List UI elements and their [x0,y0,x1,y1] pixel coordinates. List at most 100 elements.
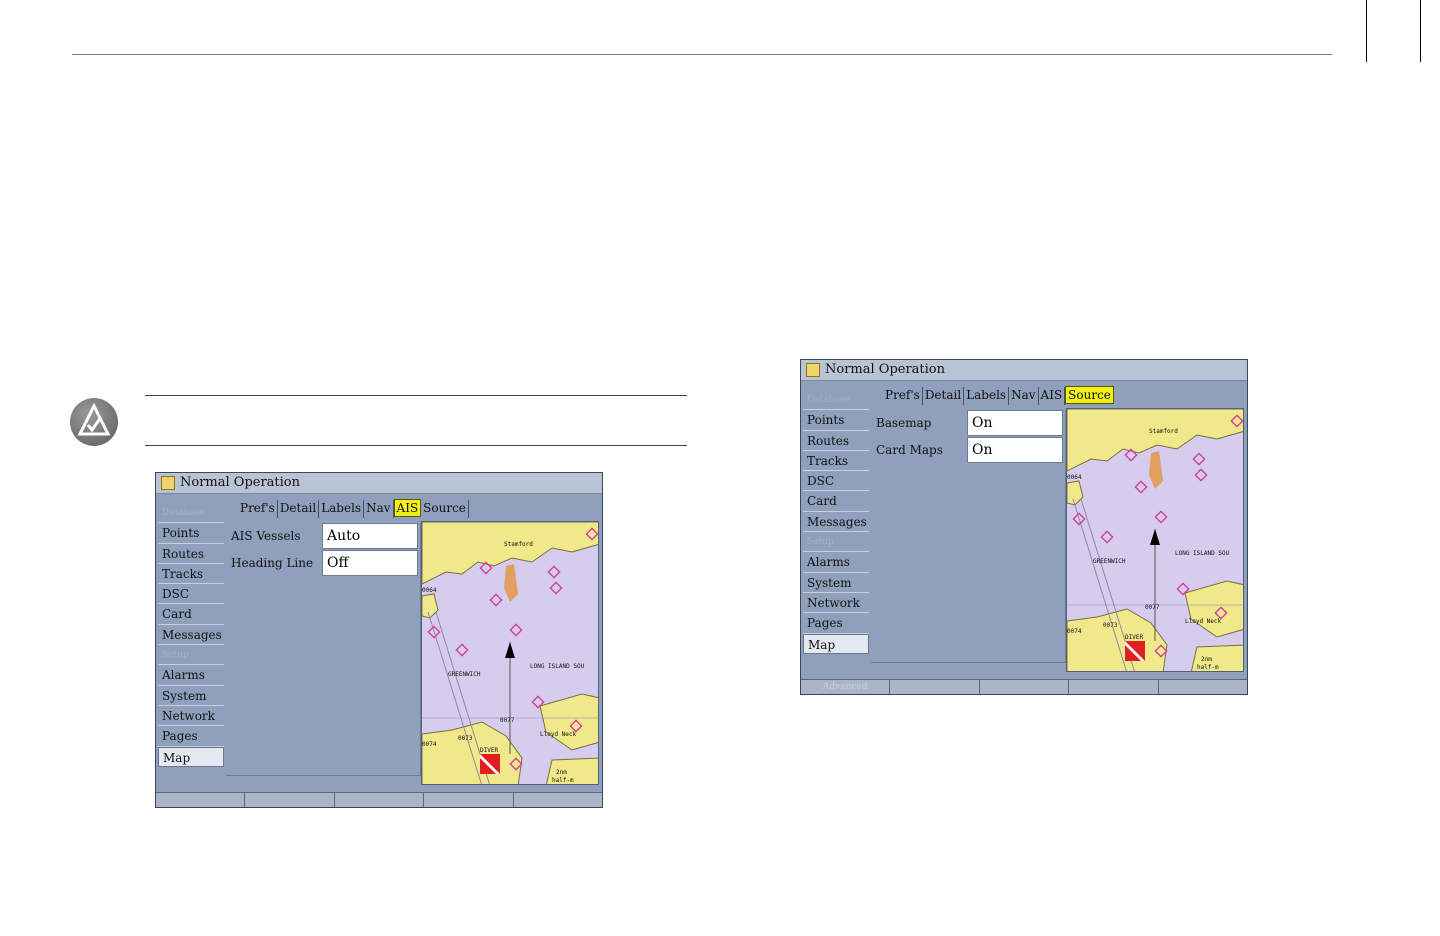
basemap-field[interactable]: On [967,410,1063,436]
sidebar-item-messages[interactable]: Messages [803,512,869,533]
tab-source[interactable]: Source [421,500,469,518]
map-zoom-unit: half-m [1197,664,1219,671]
crop-mark [1420,0,1421,62]
sidebar-item-routes[interactable]: Routes [158,544,224,564]
crop-mark [1366,0,1367,62]
map-preview[interactable]: Stamford GREENWICH LONG ISLAND SOU Lloyd… [421,521,599,785]
map-tab-icon [161,476,175,490]
softkey-5[interactable] [1159,680,1247,694]
map-label-sound: LONG ISLAND SOU [1175,550,1230,557]
diver-flag-icon [1125,641,1145,661]
sidebar-section-setup: Setup [803,532,869,553]
tab-bar: Pref's Detail Labels Nav AIS Source [883,386,1114,405]
map-label-neck: Lloyd Neck [1185,618,1222,625]
waypoint-label: DIVER [480,747,498,754]
map-label-greenwich: GREENWICH [448,671,481,678]
screen-source: Normal Operation Database Points Routes … [800,359,1248,695]
map-preview[interactable]: Stamford GREENWICH LONG ISLAND SOU Lloyd… [1066,408,1244,672]
waypoint-label: 0074 [422,741,437,748]
sidebar-item-tracks[interactable]: Tracks [803,451,869,472]
sidebar-item-points[interactable]: Points [803,410,869,431]
waypoint-label: 0077 [500,717,515,724]
softkey-advanced[interactable]: Advanced [801,680,891,694]
softkey-2[interactable] [890,680,980,694]
waypoint-label: 0064 [422,587,437,594]
sidebar-item-system[interactable]: System [803,573,869,593]
note-rule-bottom [145,445,687,446]
heading-line-field[interactable]: Off [322,550,418,576]
tab-nav[interactable]: Nav [1009,387,1039,405]
sidebar-item-pages[interactable]: Pages [158,726,224,747]
sidebar-item-alarms[interactable]: Alarms [158,665,224,686]
softkey-4[interactable] [424,793,514,807]
softkey-bar: Advanced [801,679,1247,694]
sidebar-item-map[interactable]: Map [803,633,869,654]
waypoint-label: DIVER [1125,634,1143,641]
sidebar-item-alarms[interactable]: Alarms [803,552,869,573]
sidebar-item-system[interactable]: System [158,686,224,706]
map-label-greenwich: GREENWICH [1093,558,1126,565]
softkey-2[interactable] [245,793,335,807]
sidebar-item-network[interactable]: Network [803,593,869,614]
map-label-neck: Lloyd Neck [540,731,577,738]
sidebar-item-tracks[interactable]: Tracks [158,564,224,585]
sidebar-item-pages[interactable]: Pages [803,613,869,634]
sidebar-item-points[interactable]: Points [158,523,224,544]
sidebar-item-routes[interactable]: Routes [803,431,869,451]
card-maps-field[interactable]: On [967,437,1063,463]
header-rule [72,54,1332,55]
waypoint-label: 0073 [1103,622,1118,629]
map-label-town: Stamford [504,541,533,548]
settings-panel: Basemap On Card Maps On [871,410,1066,663]
screen-ais: Normal Operation Database Points Routes … [155,472,603,808]
map-canvas: Stamford GREENWICH LONG ISLAND SOU Lloyd… [422,522,598,784]
window-title: Normal Operation [180,475,301,490]
tab-nav[interactable]: Nav [364,500,394,518]
tab-labels[interactable]: Labels [964,387,1010,405]
softkey-4[interactable] [1069,680,1159,694]
sidebar: Database Points Routes Tracks DSC Card M… [158,503,224,767]
diver-flag-icon [480,754,500,774]
window-title: Normal Operation [825,362,946,377]
tab-ais[interactable]: AIS [1039,387,1066,405]
ais-vessels-label: AIS Vessels [231,529,301,543]
sidebar-item-map[interactable]: Map [158,746,224,767]
sidebar-section-setup: Setup [158,645,224,666]
tab-bar: Pref's Detail Labels Nav AIS Source [238,499,469,518]
ais-vessels-field[interactable]: Auto [322,523,418,549]
title-bar: Normal Operation [801,360,1247,381]
basemap-label: Basemap [876,416,932,430]
sidebar-item-dsc[interactable]: DSC [158,584,224,605]
sidebar-item-network[interactable]: Network [158,706,224,727]
sidebar-item-messages[interactable]: Messages [158,625,224,646]
title-bar: Normal Operation [156,473,602,494]
card-maps-label: Card Maps [876,443,943,457]
map-zoom-unit: half-m [552,777,574,784]
softkey-3[interactable] [980,680,1070,694]
tab-detail[interactable]: Detail [923,387,965,405]
map-zoom-label: 2nm [556,769,567,776]
tab-detail[interactable]: Detail [278,500,320,518]
settings-panel: AIS Vessels Auto Heading Line Off [226,523,421,776]
heading-line-label: Heading Line [231,556,314,570]
sidebar-item-card[interactable]: Card [803,491,869,512]
softkey-bar [156,792,602,807]
tab-ais[interactable]: AIS [393,499,422,517]
sidebar-item-card[interactable]: Card [158,604,224,625]
tab-source[interactable]: Source [1065,386,1114,404]
waypoint-label: 0077 [1145,604,1160,611]
softkey-3[interactable] [335,793,425,807]
waypoint-label: 0064 [1067,474,1082,481]
sidebar: Database Points Routes Tracks DSC Card M… [803,390,869,654]
note-icon [70,398,118,446]
waypoint-label: 0074 [1067,628,1082,635]
softkey-5[interactable] [514,793,602,807]
softkey-1[interactable] [156,793,246,807]
waypoint-label: 0073 [458,735,473,742]
sidebar-item-dsc[interactable]: DSC [803,471,869,492]
sidebar-section-database: Database [803,390,869,411]
tab-prefs[interactable]: Pref's [238,500,278,518]
tab-labels[interactable]: Labels [319,500,365,518]
sidebar-section-database: Database [158,503,224,524]
tab-prefs[interactable]: Pref's [883,387,923,405]
